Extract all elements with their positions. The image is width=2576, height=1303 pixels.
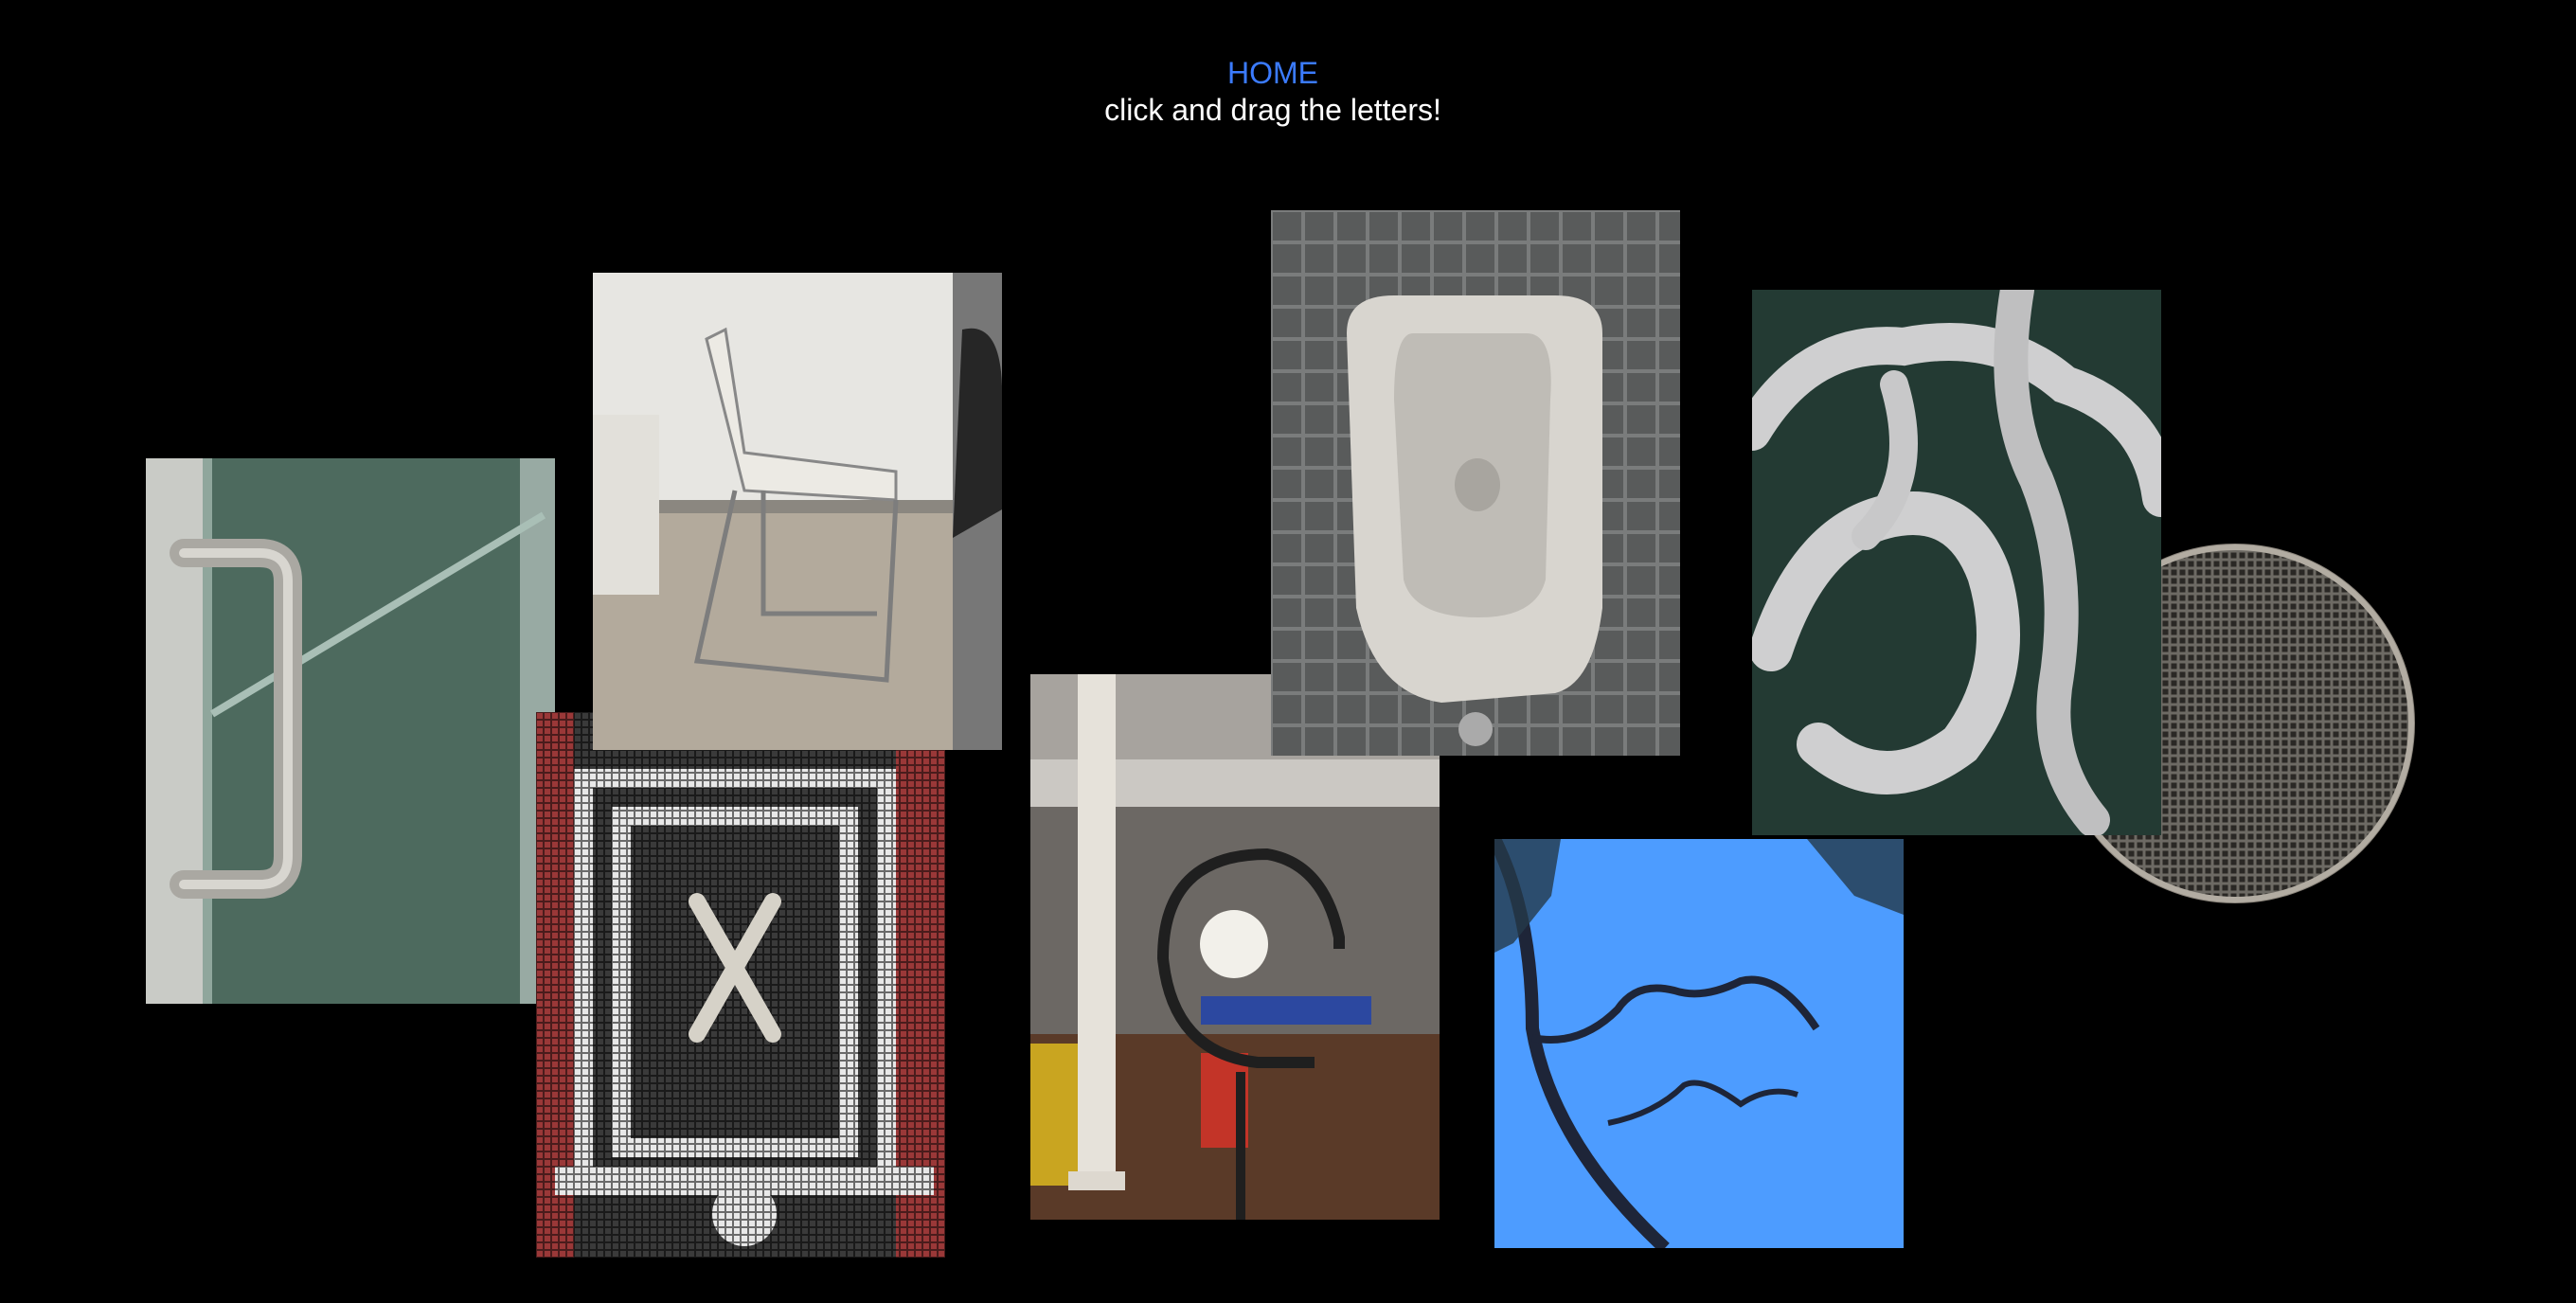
letter-tile-s-sculpture[interactable]	[1752, 290, 2161, 835]
letter-tile-k-sky[interactable]	[1494, 839, 1904, 1248]
letter-tile-e-lamp[interactable]	[1030, 674, 1440, 1220]
page-header: HOME click and drag the letters!	[0, 55, 2546, 129]
letter-tile-d-handle[interactable]	[146, 458, 555, 1004]
home-link[interactable]: HOME	[1227, 55, 1318, 91]
letter-tile-h-chair[interactable]	[593, 273, 1002, 750]
letter-tile-x-mosaic[interactable]	[536, 712, 945, 1258]
instruction-text: click and drag the letters!	[1104, 93, 1441, 127]
letter-tile-u-urinal[interactable]	[1271, 210, 1680, 756]
